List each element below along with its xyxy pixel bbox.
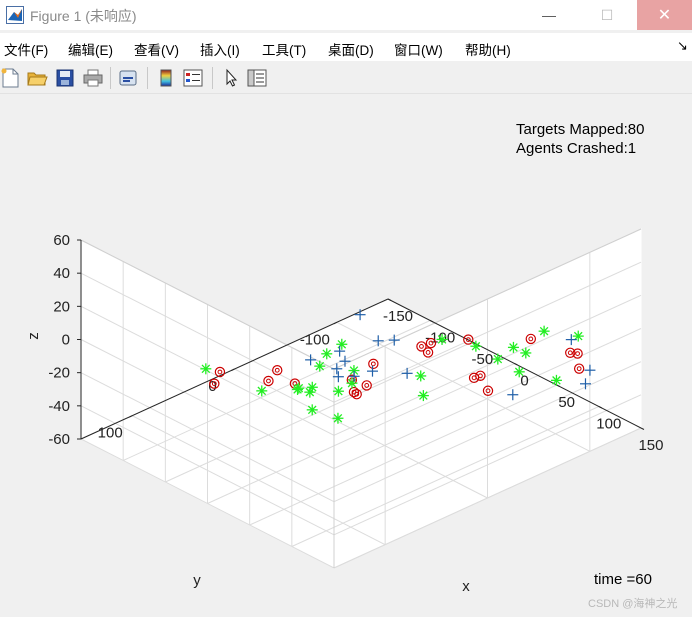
agent-point [336,338,348,350]
colorbar-icon[interactable] [155,67,177,89]
menu-help[interactable]: 帮助(H) [465,39,511,59]
link-icon[interactable] [117,67,139,89]
agent-point [304,386,316,398]
x-tick-label: -150 [383,308,413,325]
close-button[interactable]: ✕ [637,0,692,30]
menu-tools[interactable]: 工具(T) [262,39,306,59]
toolbar-separator [212,67,213,89]
z-tick-label: 20 [53,298,70,315]
agent-point [507,341,519,353]
property-editor-icon[interactable] [246,67,268,89]
agent-point [293,382,305,394]
y-tick-label: 0 [208,378,216,395]
menu-desktop[interactable]: 桌面(D) [328,39,374,59]
agent-point [415,370,427,382]
legend-icon[interactable] [182,67,204,89]
menu-overflow-icon[interactable]: ↘ [677,38,688,54]
z-tick-label: -60 [48,431,70,448]
time-label: time =60 [594,571,652,588]
z-tick-label: 60 [53,232,70,249]
menu-bar: 文件(F) 编辑(E) 查看(V) 插入(I) 工具(T) 桌面(D) 窗口(W… [0,33,692,61]
menu-view[interactable]: 查看(V) [134,39,179,59]
minimize-button[interactable]: — [526,0,572,30]
x-tick-label: 150 [638,437,663,454]
agents-crashed-label: Agents Crashed:1 [516,140,636,157]
y-tick-label: -100 [300,331,330,348]
window-title-bar[interactable]: Figure 1 (未响应) — ☐ ✕ [0,0,692,30]
x-tick-label: -50 [471,351,493,368]
open-folder-icon[interactable] [26,67,48,89]
x-tick-label: 100 [596,415,621,432]
figure-axes-3d[interactable]: -150-100-50050100150-1000100-60-40-20020… [0,93,692,617]
z-tick-label: 40 [53,265,70,282]
save-icon[interactable] [54,67,76,89]
new-figure-icon[interactable] [0,67,22,89]
toolbar-separator [110,67,111,89]
matlab-logo-icon [6,6,24,24]
menu-insert[interactable]: 插入(I) [200,39,240,59]
watermark-text: CSDN @海神之光 [588,596,677,610]
menu-edit[interactable]: 编辑(E) [68,39,113,59]
figure-toolbar [0,61,692,94]
toolbar-separator [147,67,148,89]
maximize-button[interactable]: ☐ [584,0,630,30]
z-axis-label: z [25,332,42,340]
agent-point [520,347,532,359]
targets-mapped-label: Targets Mapped:80 [516,121,644,138]
agent-point [256,385,268,397]
y-tick-label: 100 [98,425,123,442]
menu-file[interactable]: 文件(F) [4,39,48,59]
agent-point [470,340,482,352]
y-axis-label: y [193,572,201,589]
print-icon[interactable] [82,67,104,89]
agent-point [306,404,318,416]
x-tick-label: 50 [558,394,575,411]
z-tick-label: -40 [48,398,70,415]
z-tick-label: -20 [48,365,70,382]
menu-window[interactable]: 窗口(W) [394,39,443,59]
window-title: Figure 1 (未响应) [30,8,137,24]
x-axis-label: x [462,578,470,595]
pointer-icon[interactable] [220,67,242,89]
z-tick-label: 0 [62,332,70,349]
